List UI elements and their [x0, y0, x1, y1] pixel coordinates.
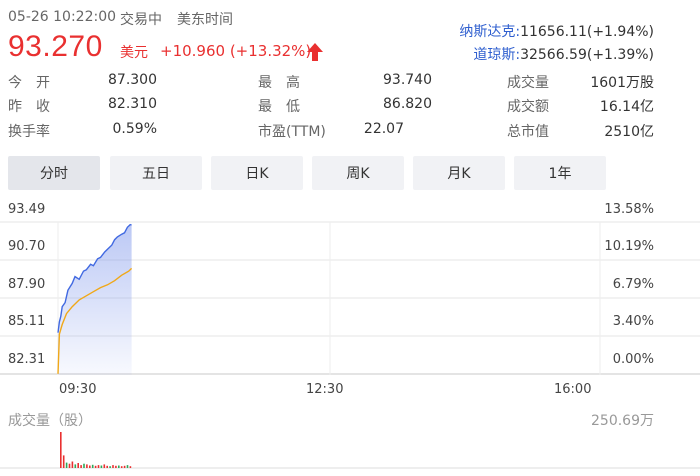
- volume-bar: [80, 465, 82, 468]
- volume-bar: [120, 466, 123, 468]
- volume-chart: [0, 432, 700, 469]
- volume-bar: [62, 455, 65, 468]
- volume-bar: [118, 465, 120, 468]
- volume-bar: [103, 464, 106, 468]
- volume-bar: [106, 465, 108, 468]
- volume-bar: [65, 462, 68, 468]
- volume-bar: [100, 465, 103, 468]
- volume-bar: [68, 463, 71, 468]
- volume-bar: [94, 465, 97, 468]
- volume-bar: [83, 463, 85, 468]
- volume-bar: [129, 466, 132, 468]
- volume-bar: [74, 464, 77, 468]
- volume-bar: [115, 465, 117, 468]
- volume-bar: [126, 465, 129, 468]
- volume-bar: [112, 465, 114, 468]
- volume-bar: [71, 461, 74, 468]
- volume-bar: [89, 465, 91, 468]
- volume-bar: [97, 465, 100, 468]
- volume-bar: [86, 464, 88, 468]
- volume-bar: [109, 466, 111, 468]
- volume-bar: [91, 464, 94, 468]
- volume-bar: [77, 463, 79, 468]
- volume-bar: [60, 432, 62, 468]
- volume-bar: [123, 465, 126, 468]
